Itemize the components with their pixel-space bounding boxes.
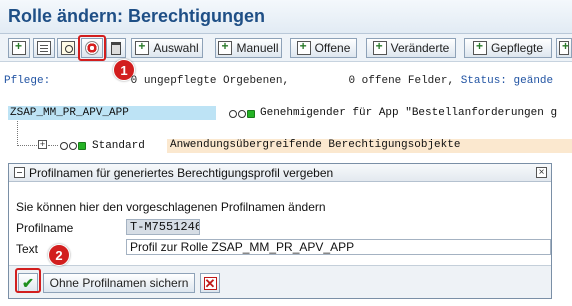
gepflegte-button[interactable]: Gepflegte [464, 38, 552, 58]
text-field[interactable]: Profil zur Rolle ZSAP_MM_PR_APV_APP [126, 239, 551, 255]
cancel-button[interactable]: ✕ [200, 273, 220, 293]
add-icon [296, 39, 311, 55]
light-icon [69, 142, 77, 150]
standard-node-name[interactable]: Standard [92, 140, 145, 152]
dialog-icon [14, 167, 25, 178]
role-status-lights [229, 109, 255, 119]
dialog-title-bar: Profilnamen für generiertes Berechtigung… [9, 164, 551, 182]
light-icon [238, 110, 246, 118]
tree-connector [17, 121, 18, 146]
close-icon[interactable]: × [536, 167, 547, 178]
document-icon [37, 41, 51, 55]
add-icon [135, 39, 150, 55]
green-light-icon [78, 142, 86, 150]
dialog-message: Sie können hier den vorgeschlagenen Prof… [16, 200, 326, 214]
profilname-field[interactable]: T-M7551246 [126, 219, 200, 235]
title-bar: Rolle ändern: Berechtigungen [0, 0, 572, 34]
delete-button[interactable] [106, 38, 126, 58]
tree-connector [17, 145, 37, 146]
trash-icon [111, 41, 121, 55]
pflege-text: ungepflegte Orgebenen, [143, 75, 290, 87]
add-icon [218, 39, 233, 55]
profilname-label: Profilname [16, 221, 74, 235]
status-line: Pflege: 0 ungepflegte Orgebenen, 0 offene … [4, 75, 572, 89]
light-icon [60, 142, 68, 150]
offene-text: offene Felder, [361, 75, 455, 87]
add-icon [372, 39, 387, 55]
dialog-title: Profilnamen für generiertes Berechtigung… [29, 165, 334, 180]
save-without-profile-name-button[interactable]: Ohne Profilnamen sichern [43, 273, 195, 293]
more-button[interactable] [556, 38, 572, 58]
schedule-icon [61, 41, 75, 55]
status-label: Status: geände [460, 75, 554, 87]
green-light-icon [247, 110, 255, 118]
pflege-label: Pflege: [4, 75, 51, 87]
other-icon [559, 39, 569, 55]
auswahl-button[interactable]: Auswahl [131, 38, 203, 58]
pflege-count: 0 [130, 75, 138, 87]
schedule-button[interactable] [57, 38, 79, 58]
text-label: Text [16, 242, 39, 256]
offene-count: 0 [348, 75, 356, 87]
tree-connector [48, 145, 58, 146]
document-button[interactable] [33, 38, 55, 58]
callout-badge-2: 2 [48, 244, 70, 266]
light-icon [229, 110, 237, 118]
callout-highlight-2 [15, 268, 41, 293]
offene-button[interactable]: Offene [290, 38, 357, 58]
standard-node-description: Anwendungsübergreifende Berechtigungsobj… [167, 139, 572, 153]
standard-status-lights [60, 141, 86, 151]
expand-icon[interactable]: + [38, 140, 47, 149]
auswahl-label: Auswahl [153, 41, 199, 55]
profile-name-dialog: Profilnamen für generiertes Berechtigung… [8, 163, 552, 299]
callout-highlight-1 [78, 35, 106, 61]
dialog-footer: ✔ Ohne Profilnamen sichern ✕ [9, 265, 551, 298]
role-description: Genehmigender für App "Bestellanforderun… [260, 107, 558, 119]
manuell-button[interactable]: Manuell [215, 38, 282, 58]
add-icon [472, 39, 487, 55]
offene-label: Offene [314, 41, 351, 55]
add-object-button[interactable] [8, 38, 30, 58]
cancel-icon: ✕ [203, 275, 217, 291]
veraenderte-label: Veränderte [390, 41, 450, 55]
role-node-name[interactable]: ZSAP_MM_PR_APV_APP [10, 107, 129, 119]
manuell-label: Manuell [236, 41, 279, 55]
gepflegte-label: Gepflegte [490, 41, 544, 55]
add-object-icon [12, 39, 26, 55]
page-title: Rolle ändern: Berechtigungen [8, 6, 266, 26]
veraenderte-button[interactable]: Veränderte [366, 38, 456, 58]
